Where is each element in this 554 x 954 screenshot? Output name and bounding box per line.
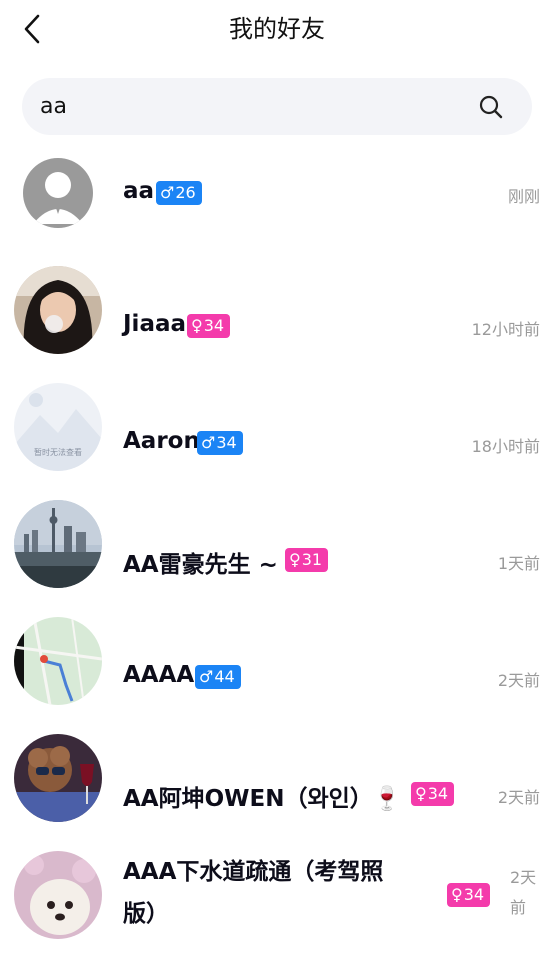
avatar [14, 617, 102, 705]
search-icon[interactable] [478, 94, 504, 120]
avatar [23, 158, 93, 228]
last-active-time: 2天前 [510, 868, 537, 917]
avatar [14, 851, 102, 939]
last-active-time: 2天前 [497, 671, 540, 690]
friend-name: Aaron [123, 428, 200, 454]
avatar-caption: 暂时无法查看 [34, 447, 82, 457]
gender-age-badge: ♂44 [195, 665, 241, 689]
last-active-time: 1天前 [497, 554, 540, 573]
gender-age-badge: ♀34 [447, 883, 491, 907]
avatar [14, 266, 102, 354]
gender-age-badge: ♀34 [187, 314, 231, 338]
friend-row[interactable]: AA雷豪先生 ~ ♀31 1天前 [0, 486, 554, 603]
page-title: 我的好友 [229, 15, 325, 43]
last-active-time: 刚刚 [507, 187, 540, 206]
friend-name: AAA下水道疏通（考驾照版） [123, 859, 384, 927]
search-input[interactable] [40, 86, 460, 126]
avatar [14, 500, 102, 588]
friend-row[interactable]: 暂时无法查看 Aaron ♂34 18小时前 [0, 369, 554, 486]
friend-row[interactable]: AAAA ♂44 2天前 [0, 603, 554, 720]
header-bar: 我的好友 [0, 0, 554, 60]
friend-name: AA雷豪先生 ~ [123, 552, 278, 578]
friend-row[interactable]: Jiaaa ♀34 12小时前 [0, 252, 554, 369]
friend-name: Jiaaa [123, 311, 187, 337]
friend-name: AA阿坤OWEN（와인）🍷 [123, 786, 402, 812]
avatar: 暂时无法查看 [14, 383, 102, 471]
friend-row[interactable]: aa ♂26 刚刚 [0, 135, 554, 252]
friend-name: AAAA [123, 662, 195, 688]
last-active-time: 18小时前 [471, 437, 540, 456]
gender-age-badge: ♂34 [197, 431, 243, 455]
friend-row[interactable]: AA阿坤OWEN（와인）🍷 ♀34 2天前 [0, 720, 554, 837]
avatar [14, 734, 102, 822]
search-bar[interactable] [22, 78, 532, 135]
last-active-time: 12小时前 [471, 320, 540, 339]
gender-age-badge: ♀34 [411, 782, 455, 806]
gender-age-badge: ♀31 [285, 548, 329, 572]
friend-row[interactable]: AAA下水道疏通（考驾照版） ♀34 2天前 [0, 837, 554, 954]
friend-name: aa [123, 178, 155, 204]
last-active-time: 2天前 [497, 788, 540, 807]
gender-age-badge: ♂26 [156, 181, 202, 205]
